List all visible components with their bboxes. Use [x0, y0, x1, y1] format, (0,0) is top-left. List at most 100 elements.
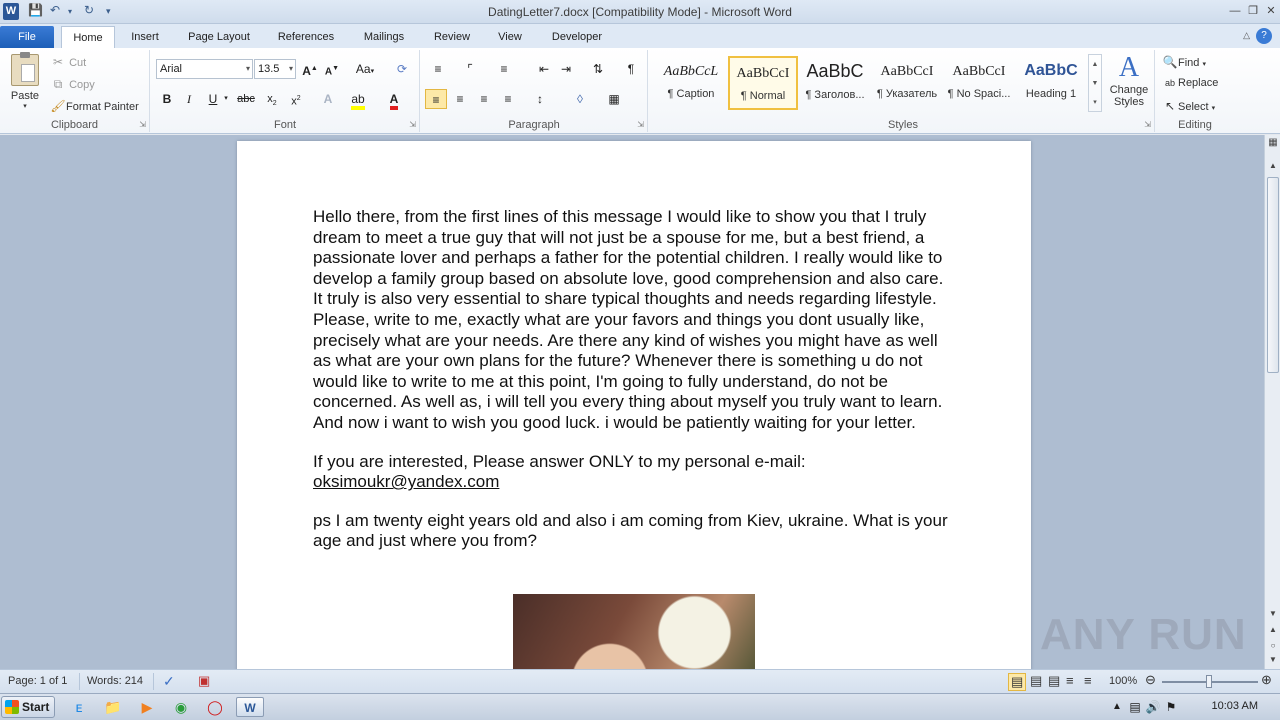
word-count[interactable]: Words: 214	[87, 675, 143, 687]
format-painter-button[interactable]: 🖌Format Painter	[50, 99, 138, 113]
tab-insert[interactable]: Insert	[121, 26, 169, 48]
bold-button[interactable]: B	[156, 89, 178, 109]
action-center-flag-icon[interactable]: ⚑	[1160, 697, 1182, 717]
change-styles-button[interactable]: A Change Styles	[1104, 52, 1154, 108]
copy-button[interactable]: ⧉ Copy	[50, 77, 95, 92]
font-color-icon[interactable]: A	[383, 89, 405, 110]
document-page[interactable]: Hello there, from the first lines of thi…	[237, 141, 1031, 669]
bullets-icon[interactable]: ≡	[427, 59, 449, 79]
zoom-slider[interactable]	[1162, 675, 1258, 688]
multilevel-list-icon[interactable]: ≡	[493, 59, 515, 79]
letter-paragraph-2[interactable]: If you are interested, Please answer ONL…	[313, 452, 953, 493]
draft-view-icon[interactable]: ≡	[1084, 673, 1092, 688]
minimize-button[interactable]: —	[1226, 2, 1244, 20]
media-player-icon[interactable]: ▶	[136, 697, 158, 717]
font-family-combo[interactable]: Arial ▾	[156, 59, 253, 79]
numbering-icon[interactable]: ⌜	[459, 59, 481, 79]
grow-font-icon[interactable]: A▲	[299, 59, 321, 79]
replace-button[interactable]: ab Replace	[1162, 77, 1218, 89]
increase-indent-icon[interactable]: ⇥	[555, 59, 577, 79]
letter-paragraph-3[interactable]: ps I am twenty eight years old and also …	[313, 511, 953, 552]
print-layout-view-icon[interactable]: ▤	[1008, 673, 1027, 691]
zoom-level[interactable]: 100%	[1109, 675, 1137, 687]
tab-view[interactable]: View	[488, 26, 532, 48]
align-right-button[interactable]: ≡	[473, 89, 495, 109]
style-heading-1[interactable]: AaBbC Heading 1	[1016, 56, 1086, 110]
font-size-combo[interactable]: 13.5 ▾	[254, 59, 296, 79]
clock[interactable]: 10:03 AM	[1212, 700, 1258, 712]
next-page-icon[interactable]: ▼	[1266, 655, 1280, 664]
change-case-icon[interactable]: Aa▾	[351, 59, 379, 79]
close-button[interactable]: ✕	[1262, 2, 1280, 20]
web-layout-view-icon[interactable]: ▤	[1048, 673, 1060, 689]
style-no-spacing[interactable]: AaBbCcI ¶ No Spaci...	[944, 56, 1014, 110]
security-app-icon[interactable]: ◯	[204, 697, 226, 717]
full-screen-view-icon[interactable]: ▤	[1030, 673, 1042, 689]
line-spacing-icon[interactable]: ↕	[529, 89, 551, 109]
outline-view-icon[interactable]: ≡	[1066, 673, 1074, 688]
find-button[interactable]: 🔍Find ▾	[1162, 55, 1206, 69]
tab-review[interactable]: Review	[424, 26, 480, 48]
document-body[interactable]: Hello there, from the first lines of thi…	[313, 207, 953, 570]
start-button[interactable]: Start	[1, 696, 55, 718]
scroll-down-icon[interactable]: ▼	[1266, 609, 1280, 618]
subscript-button[interactable]: x2	[261, 89, 283, 109]
tab-page-layout[interactable]: Page Layout	[180, 26, 258, 48]
superscript-button[interactable]: x2	[285, 89, 307, 109]
highlight-color-icon[interactable]: ab	[347, 89, 369, 110]
internet-explorer-icon[interactable]: ᴇ	[68, 697, 90, 717]
maximize-button[interactable]: ❐	[1244, 2, 1262, 20]
sort-icon[interactable]: ⇅	[587, 59, 609, 79]
zoom-out-icon[interactable]: ⊖	[1145, 672, 1156, 688]
help-icon[interactable]: ?	[1256, 28, 1272, 44]
clear-formatting-icon[interactable]: ⟳	[391, 59, 413, 79]
paragraph-launcher-icon[interactable]: ⇲	[637, 120, 644, 129]
shading-icon[interactable]: ◊	[569, 89, 591, 109]
justify-button[interactable]: ≡	[497, 89, 519, 109]
strikethrough-button[interactable]: abc	[235, 89, 257, 109]
font-launcher-icon[interactable]: ⇲	[409, 120, 416, 129]
style-heading-ru[interactable]: AaBbC ¶ Заголов...	[800, 56, 870, 110]
letter-paragraph-1[interactable]: Hello there, from the first lines of thi…	[313, 207, 953, 434]
styles-gallery-scroller[interactable]: ▲ ▼ ▾	[1088, 54, 1102, 112]
document-area[interactable]: Hello there, from the first lines of thi…	[0, 135, 1264, 669]
scroll-thumb[interactable]	[1267, 177, 1279, 373]
chrome-icon[interactable]: ◉	[170, 697, 192, 717]
decrease-indent-icon[interactable]: ⇤	[533, 59, 555, 79]
clipboard-launcher-icon[interactable]: ⇲	[139, 120, 146, 129]
browse-object-icon[interactable]: ○	[1266, 641, 1280, 650]
vertical-scrollbar[interactable]: ▦ ▲ ▼ ▲ ○ ▼	[1264, 135, 1280, 669]
tab-home[interactable]: Home	[61, 26, 115, 48]
align-left-button[interactable]: ≡	[425, 89, 447, 109]
page-count[interactable]: Page: 1 of 1	[8, 675, 67, 687]
cut-button[interactable]: ✂ Cut	[50, 55, 86, 69]
tab-references[interactable]: References	[268, 26, 344, 48]
zoom-slider-thumb[interactable]	[1206, 675, 1212, 688]
tab-file[interactable]: File	[0, 26, 54, 48]
style-caption[interactable]: AaBbCcL ¶ Caption	[656, 56, 726, 110]
word-taskbar-icon[interactable]: W	[236, 697, 264, 717]
macro-record-icon[interactable]: ▣	[198, 673, 210, 689]
tab-developer[interactable]: Developer	[542, 26, 612, 48]
proofing-icon[interactable]: ✓	[163, 673, 175, 690]
email-link[interactable]: oksimoukr@yandex.com	[313, 472, 499, 491]
zoom-in-icon[interactable]: ⊕	[1261, 672, 1272, 688]
underline-dropdown-icon[interactable]: ▾	[220, 89, 232, 109]
italic-button[interactable]: I	[178, 89, 200, 109]
align-center-button[interactable]: ≡	[449, 89, 471, 109]
paste-button[interactable]: Paste ▾	[8, 52, 42, 114]
borders-icon[interactable]: ▦	[603, 89, 625, 109]
select-button[interactable]: ↖ Select ▾	[1162, 99, 1215, 113]
ruler-toggle-icon[interactable]: ▦	[1266, 137, 1280, 148]
paste-dropdown-icon[interactable]: ▾	[8, 102, 42, 110]
style-index[interactable]: AaBbCcI ¶ Указатель	[872, 56, 942, 110]
previous-page-icon[interactable]: ▲	[1266, 625, 1280, 634]
minimize-ribbon-icon[interactable]: △	[1243, 30, 1250, 41]
text-effects-icon[interactable]: A	[317, 89, 339, 109]
scroll-up-icon[interactable]: ▲	[1266, 161, 1280, 170]
woman-photo[interactable]	[513, 594, 755, 669]
file-explorer-icon[interactable]: 📁	[102, 697, 124, 717]
style-normal[interactable]: AaBbCcI ¶ Normal	[728, 56, 798, 110]
show-formatting-icon[interactable]: ¶	[620, 59, 642, 79]
styles-launcher-icon[interactable]: ⇲	[1144, 120, 1151, 129]
